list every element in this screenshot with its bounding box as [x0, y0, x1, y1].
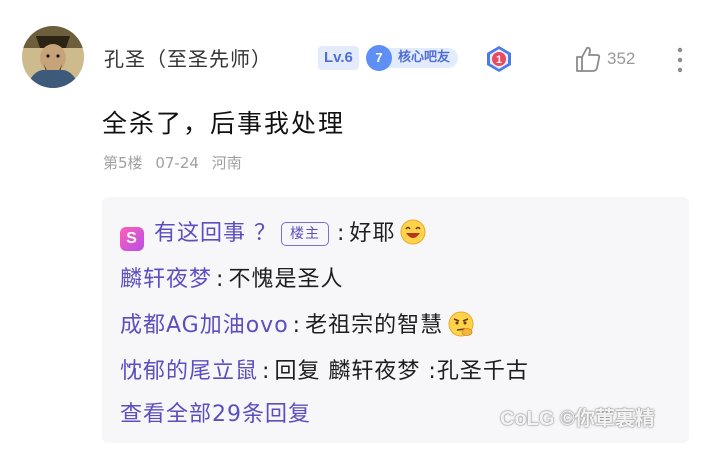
reply-author[interactable]: 麟轩夜梦 — [120, 267, 212, 292]
post-date: 07-24 — [155, 154, 199, 172]
comment-text: 全杀了，后事我处理 — [102, 109, 346, 138]
username[interactable]: 孔圣（至圣先师） — [104, 43, 272, 72]
reply-text: 老祖宗的智慧 — [305, 313, 444, 338]
op-badge: 楼主 — [281, 222, 329, 246]
fan-level-icon: 7 — [366, 45, 392, 71]
view-all-replies-link[interactable]: 查看全部29条回复 — [120, 396, 311, 428]
post-location: 河南 — [211, 154, 242, 172]
reply-item[interactable]: 麟轩夜梦: 不愧是圣人 — [120, 261, 343, 293]
reply-text: 回复 麟轩夜梦 :孔圣千古 — [274, 359, 529, 384]
reply-item[interactable]: 忱郁的尾立鼠: 回复 麟轩夜梦 :孔圣千古 — [120, 353, 529, 385]
reply-author[interactable]: 成都AG加油ovo — [120, 313, 289, 338]
floor-number: 第5楼 — [103, 154, 143, 172]
post-comment: 孔圣（至圣先师） Lv.6 核心吧友 7 1 352 全杀了，后事我处理 第5楼… — [0, 0, 719, 453]
thumbs-up-icon[interactable] — [573, 44, 603, 74]
reply-author[interactable]: 忱郁的尾立鼠 — [120, 359, 258, 384]
like-count: 352 — [607, 49, 636, 68]
comment-meta: 第5楼 07-24 河南 — [103, 152, 250, 173]
reply-item[interactable]: S 有这回事 ？楼主: 好耶 — [120, 215, 427, 251]
watermark: CoLG ©你莗裏精 — [500, 408, 655, 430]
reply-text: 好耶 — [349, 221, 396, 246]
fan-badge: 核心吧友 7 — [366, 45, 474, 71]
level-badge: Lv.6 — [318, 46, 359, 70]
thinking-emoji-icon — [448, 311, 474, 337]
reply-item[interactable]: 成都AG加油ovo: 老祖宗的智慧 — [120, 307, 475, 339]
avatar[interactable] — [22, 26, 84, 88]
s-vip-icon: S — [120, 227, 144, 251]
reply-author[interactable]: 有这回事 ？ — [154, 221, 277, 246]
more-options-icon[interactable] — [672, 46, 688, 74]
reply-text: 不愧是圣人 — [228, 267, 344, 292]
fan-badge-label: 核心吧友 — [384, 48, 459, 68]
laughing-emoji-icon — [400, 219, 426, 245]
rank-number: 1 — [496, 54, 502, 66]
rank-medal-icon: 1 — [487, 46, 511, 72]
